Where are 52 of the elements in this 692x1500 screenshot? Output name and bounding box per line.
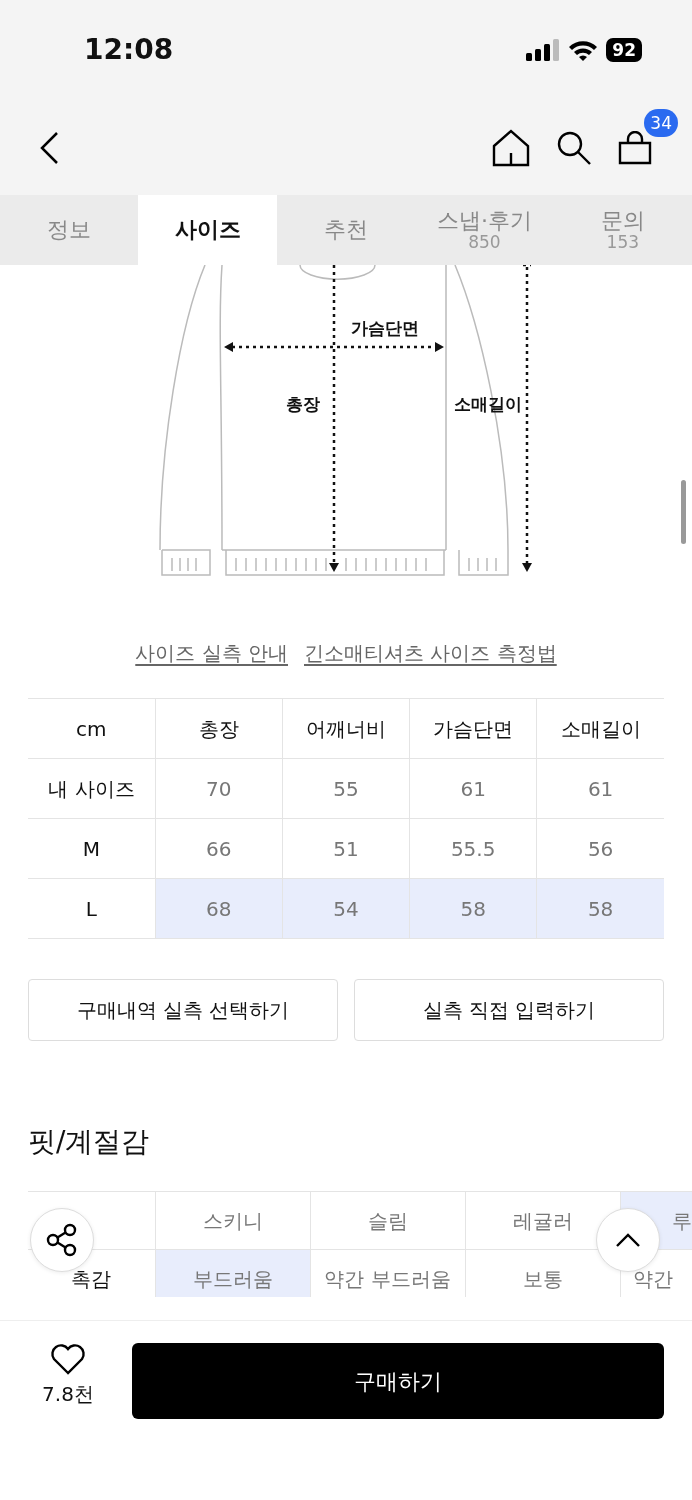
home-button[interactable]: [492, 128, 530, 167]
like-count: 7.8천: [42, 1381, 94, 1408]
measure-button[interactable]: 구매내역 실측 선택하기: [28, 979, 338, 1041]
table-cell: 55.5: [409, 818, 537, 879]
tab[interactable]: 추천: [276, 195, 416, 265]
wifi-icon: [568, 39, 599, 61]
share-icon: [45, 1223, 79, 1257]
back-button[interactable]: [40, 130, 60, 165]
option-label[interactable]: 레귤러: [512, 1209, 573, 1233]
buy-button[interactable]: 구매하기: [132, 1343, 664, 1419]
diagram-label: 가슴단면: [351, 318, 419, 338]
search-button[interactable]: [556, 129, 592, 166]
diagram-label: 총장: [286, 394, 320, 414]
signal-icon: [526, 39, 561, 61]
row-header: 내 사이즈: [28, 758, 156, 819]
table-cell: 55: [282, 758, 410, 819]
chevron-up-icon: [615, 1232, 641, 1248]
section-title: 핏/계절감: [28, 1125, 151, 1159]
table-cell: 61: [409, 758, 537, 819]
row-header: L: [28, 878, 156, 939]
battery-level: 92: [606, 38, 642, 62]
cart-button[interactable]: [618, 130, 652, 165]
guide-link[interactable]: 사이즈 실측 안내: [135, 638, 288, 690]
guide-link[interactable]: 긴소매티셔츠 사이즈 측정법: [304, 638, 557, 690]
status-time: 12:08: [84, 32, 174, 68]
table-cell: 58: [409, 878, 537, 939]
tab[interactable]: 사이즈: [138, 195, 277, 265]
table-cell: 70: [155, 758, 283, 819]
tab[interactable]: 문의 153: [553, 195, 692, 265]
table-cell: 66: [155, 818, 283, 879]
scroll-bar: [681, 480, 686, 544]
table-cell: 58: [536, 878, 664, 939]
measure-button[interactable]: 실측 직접 입력하기: [354, 979, 664, 1041]
share-button[interactable]: [30, 1208, 94, 1272]
table-cell: 68: [155, 878, 283, 939]
cart-count-badge: 34: [644, 108, 678, 137]
option-label[interactable]: 슬림: [367, 1209, 408, 1233]
table-cell: 51: [282, 818, 410, 879]
option-label[interactable]: 루: [671, 1209, 691, 1233]
tab[interactable]: 정보: [0, 195, 139, 265]
column-header: cm: [28, 698, 156, 759]
table-cell: 54: [282, 878, 410, 939]
column-header: 소매길이: [536, 698, 664, 759]
row-header: M: [28, 818, 156, 879]
heart-icon[interactable]: [50, 1343, 86, 1375]
column-header: 어깨너비: [282, 698, 410, 759]
option-label[interactable]: 보통: [522, 1267, 563, 1291]
column-header: 총장: [155, 698, 283, 759]
tab[interactable]: 스냅·후기 850: [415, 195, 554, 265]
option-label[interactable]: 스키니: [202, 1209, 263, 1233]
column-header: 가슴단면: [409, 698, 537, 759]
diagram-label: 소매길이: [454, 394, 522, 414]
